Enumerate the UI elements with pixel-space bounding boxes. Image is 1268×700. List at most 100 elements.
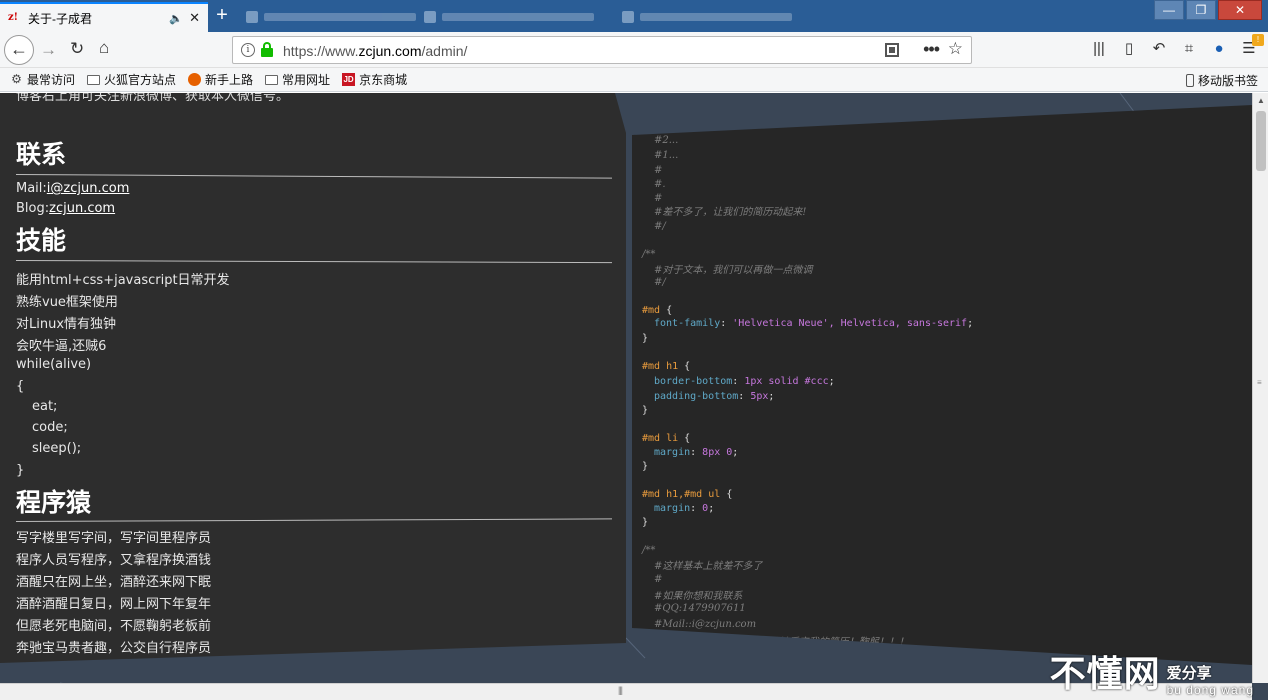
code-comment: # [654, 165, 663, 176]
skill-item: 熟练vue框架使用 [16, 295, 118, 310]
back-button[interactable]: ← [4, 35, 34, 65]
vertical-scrollbar[interactable]: ▲ ≡ [1252, 93, 1268, 683]
tab-bar: z! 关于-子成君 🔈 ✕ + — ❐ ✕ [0, 0, 1268, 32]
scroll-up-icon[interactable]: ▲ [1253, 93, 1268, 109]
undo-icon[interactable]: ↶ [1150, 40, 1168, 58]
watermark-main: 不懂网 [1049, 654, 1161, 695]
mobile-bookmarks[interactable]: 移动版书签 [1185, 72, 1258, 89]
tab-background[interactable] [414, 4, 604, 30]
divider [16, 518, 612, 522]
contact-mail: Mail:i@zcjun.com [16, 181, 130, 196]
tab-background[interactable] [236, 4, 426, 30]
close-icon[interactable]: ✕ [189, 10, 200, 26]
crop-icon[interactable]: ⌗ [1180, 40, 1198, 58]
bookmarks-bar: ⚙ 最常访问 火狐官方站点 新手上路 常用网址 JD 京东商城 移动版书签 [0, 68, 1268, 92]
site-favicon-icon: z! [8, 12, 19, 23]
notification-badge: ! [1252, 34, 1264, 46]
navigation-bar: ← → ↻ ⌂ i https://www.zcjun.com/admin/ •… [0, 32, 1268, 68]
tab-active[interactable]: z! 关于-子成君 🔈 ✕ [0, 2, 208, 32]
css-rule: #md li { [642, 433, 691, 444]
bookmark-firefox-site[interactable]: 火狐官方站点 [87, 71, 176, 88]
bookmark-common-sites[interactable]: 常用网址 [265, 71, 330, 88]
contact-blog: Blog:zcjun.com [16, 201, 116, 216]
skill-item: while(alive) [16, 357, 92, 372]
bookmark-jd[interactable]: JD 京东商城 [342, 71, 407, 88]
css-declaration: margin: 0; [654, 503, 715, 514]
gear-icon: ⚙ [11, 72, 22, 86]
poem-line: 程序人员写程序，又拿程序换酒钱 [16, 553, 212, 568]
watermark-slogan: 爱分享 [1166, 665, 1212, 682]
code-comment: #1... [654, 150, 679, 161]
skill-item: } [16, 463, 25, 478]
heading-programmer: 程序猿 [16, 488, 92, 517]
tab-title: 关于-子成君 [28, 11, 92, 26]
watermark-pinyin: bu dong wang [1166, 683, 1254, 697]
skill-item: code; [32, 420, 68, 435]
css-rule: #md h1 { [642, 361, 691, 372]
mail-link[interactable]: i@zcjun.com [47, 181, 130, 196]
code-comment: #. [654, 179, 666, 190]
maximize-button[interactable]: ❐ [1186, 0, 1216, 20]
css-brace: } [642, 517, 649, 528]
tab-background[interactable] [612, 4, 802, 30]
code-comment: #/ [654, 277, 666, 288]
code-comment: #/ [654, 221, 666, 232]
code-comment: /** [642, 545, 656, 556]
folder-icon [265, 75, 279, 85]
reload-button[interactable]: ↻ [70, 39, 84, 59]
home-button[interactable]: ⌂ [99, 38, 109, 58]
favicon-icon [424, 11, 436, 23]
poem-line: 酒醒只在网上坐，酒醉还来网下眠 [16, 575, 212, 590]
library-icon[interactable]: ||| [1090, 40, 1108, 58]
resume-panel: 博客右上角可关注新浪微博、获取本人微信号。 联系 Mail:i@zcjun.co… [0, 93, 626, 663]
grip-icon: ≡ [1257, 378, 1262, 387]
firefox-icon [188, 73, 202, 86]
bookmark-star-icon[interactable]: ☆ [948, 39, 963, 59]
new-tab-button[interactable]: + [212, 5, 232, 26]
skill-item: 对Linux情有独钟 [16, 317, 117, 332]
bookmark-getting-started[interactable]: 新手上路 [188, 71, 253, 88]
minimize-button[interactable]: — [1154, 0, 1184, 20]
skill-item: { [16, 379, 25, 394]
poem-line: 酒醉酒醒日复日，网上网下年复年 [16, 597, 212, 612]
code-comment: /** [642, 249, 656, 260]
code-panel: #2... #1... # #. # #差不多了，让我们的简历动起来! #/ /… [632, 105, 1252, 665]
css-brace: } [642, 333, 649, 344]
blog-link[interactable]: zcjun.com [49, 201, 115, 216]
css-declaration: margin: 8px 0; [654, 447, 739, 458]
intro-text: 博客右上角可关注新浪微博、获取本人微信号。 [16, 93, 290, 101]
toolbar-right: ||| ▯ ↶ ⌗ ● ☰! [1090, 34, 1264, 58]
grip-icon: ||| [618, 685, 623, 695]
code-comment: #QQ:1479907611 [654, 603, 746, 614]
more-actions-icon[interactable]: ••• [923, 39, 940, 60]
css-declaration: font-family: 'Helvetica Neue', Helvetica… [654, 318, 974, 329]
divider [15, 174, 612, 179]
qr-code-icon[interactable] [885, 43, 899, 57]
bookmark-most-visited[interactable]: ⚙ 最常访问 [10, 71, 75, 88]
window-close-button[interactable]: ✕ [1218, 0, 1262, 20]
css-rule: #md h1,#md ul { [642, 489, 733, 500]
speaker-icon[interactable]: 🔈 [169, 12, 183, 25]
heading-skills: 技能 [16, 226, 67, 255]
menu-icon[interactable]: ☰! [1240, 34, 1264, 58]
info-icon[interactable]: i [241, 43, 255, 57]
skill-item: eat; [32, 399, 58, 414]
phone-icon [1185, 74, 1194, 87]
code-comment: #对于文本，我们可以再做一点微调 [654, 265, 813, 276]
sidebar-icon[interactable]: ▯ [1120, 40, 1138, 58]
url-bar[interactable]: i https://www.zcjun.com/admin/ ••• ☆ [232, 36, 972, 64]
chat-icon[interactable]: ● [1210, 40, 1228, 58]
scroll-thumb[interactable] [1256, 111, 1266, 171]
code-comment: # [654, 574, 663, 585]
code-comment: #差不多了，让我们的简历动起来! [654, 207, 807, 218]
url-text[interactable]: https://www.zcjun.com/admin/ [283, 43, 467, 59]
skill-item: 会吹牛逼,还贼6 [16, 339, 107, 354]
css-brace: } [642, 405, 649, 416]
forward-button[interactable]: → [40, 40, 57, 60]
lock-icon[interactable] [261, 42, 273, 57]
favicon-icon [246, 11, 258, 23]
poem-line: 但愿老死电脑间，不愿鞠躬老板前 [16, 619, 212, 634]
poem-line: 写字楼里写字间，写字间里程序员 [16, 531, 212, 546]
code-comment: #Mail::i@zcjun.com [654, 619, 757, 630]
skill-item: 能用html+css+javascript日常开发 [16, 273, 230, 288]
